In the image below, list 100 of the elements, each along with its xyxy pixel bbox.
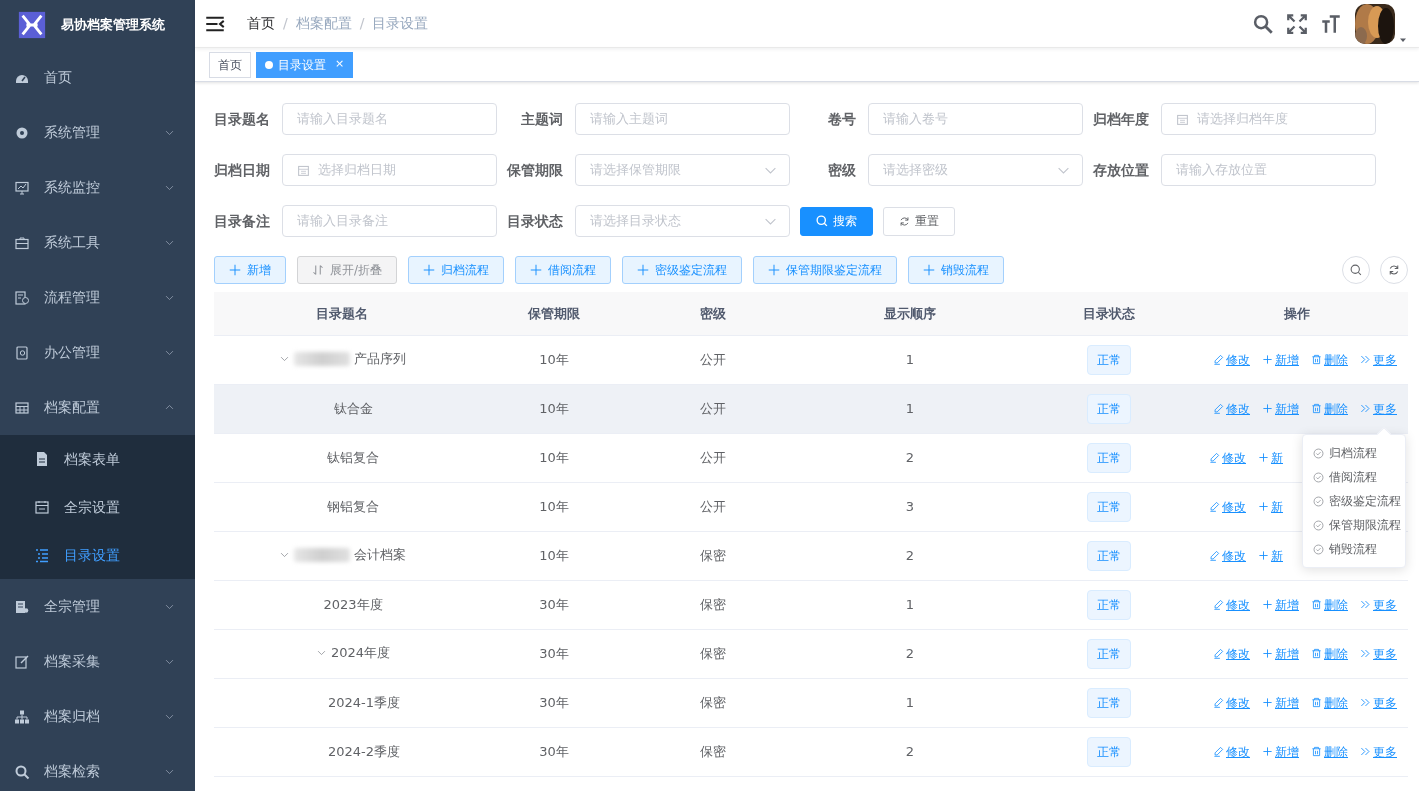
reset-button[interactable]: 重置	[883, 206, 955, 236]
action-link[interactable]: 更多	[1360, 595, 1397, 614]
sidebar-subitem[interactable]: 档案表单	[0, 435, 195, 483]
sidebar-item[interactable]: 档案配置	[0, 380, 195, 435]
action-link[interactable]: 更多	[1360, 350, 1397, 369]
tab[interactable]: 目录设置 ×	[256, 51, 354, 78]
sidebar-item[interactable]: 流程管理	[0, 270, 195, 325]
select-field[interactable]: 请选择密级	[868, 154, 1083, 186]
double-chevron-icon	[1360, 648, 1371, 659]
close-button[interactable]: ×	[335, 56, 345, 73]
menu-item[interactable]: 归档流程	[1303, 441, 1405, 465]
sidebar-subitem[interactable]: 全宗设置	[0, 483, 195, 531]
sidebar-subitem[interactable]: 目录设置	[0, 531, 195, 579]
menu-item[interactable]: 借阅流程	[1303, 465, 1405, 489]
action-link[interactable]: 新增	[1262, 595, 1299, 614]
sidebar-item[interactable]: 全宗管理	[0, 579, 195, 634]
plus-icon	[1262, 599, 1273, 610]
table-cell: 2	[905, 743, 915, 759]
status-tag: 正常	[1087, 589, 1131, 620]
refresh-button[interactable]	[1380, 256, 1408, 284]
action-link[interactable]: 新增	[1262, 742, 1299, 761]
search-button[interactable]: 搜索	[800, 206, 873, 236]
add-button[interactable]: 销毁流程	[908, 256, 1005, 284]
action-link[interactable]: 删除	[1311, 350, 1348, 369]
sidebar-item[interactable]: 档案采集	[0, 634, 195, 689]
action-link[interactable]: 新	[1258, 497, 1283, 516]
edit-icon	[1213, 354, 1224, 365]
action-link[interactable]: 新增	[1262, 350, 1299, 369]
action-link[interactable]: 修改	[1213, 742, 1250, 761]
input-field[interactable]: 请输入主题词	[575, 103, 790, 135]
action-link[interactable]: 删除	[1311, 693, 1348, 712]
action-link[interactable]: 更多	[1360, 693, 1397, 712]
menu-item[interactable]: 保管期限流程	[1303, 513, 1405, 537]
action-link[interactable]: 新增	[1262, 644, 1299, 663]
breadcrumb-separator: /	[359, 14, 365, 33]
input-field[interactable]: 请输入目录备注	[282, 205, 497, 237]
field-label: 主题词	[520, 109, 564, 129]
action-link[interactable]: 更多	[1360, 399, 1397, 418]
table-cell: 保密	[700, 596, 726, 612]
sort-icon	[312, 264, 324, 276]
action-link[interactable]: 修改	[1213, 595, 1250, 614]
sidebar-item[interactable]: 系统监控	[0, 160, 195, 215]
table-cell: 2	[905, 547, 915, 563]
table-cell: 3	[905, 498, 915, 514]
sidebar-item[interactable]: 首页	[0, 50, 195, 105]
input-field[interactable]: 请输入目录题名	[282, 103, 497, 135]
trash-icon	[1311, 697, 1322, 708]
action-link[interactable]: 新	[1258, 448, 1283, 467]
search-icon[interactable]	[1253, 13, 1273, 34]
select-field[interactable]: 请选择目录状态	[575, 205, 790, 237]
action-link[interactable]: 新增	[1262, 693, 1299, 712]
list-icon	[34, 547, 50, 563]
add-button[interactable]: 归档流程	[408, 256, 505, 284]
action-link[interactable]: 修改	[1213, 399, 1250, 418]
sidebar-item[interactable]: 档案归档	[0, 689, 195, 744]
fullscreen-icon[interactable]	[1287, 13, 1307, 34]
select-field[interactable]: 请选择保管期限	[575, 154, 790, 186]
input-field[interactable]: 请输入卷号	[868, 103, 1083, 135]
action-link[interactable]: 修改	[1209, 448, 1246, 467]
text-size-icon[interactable]	[1321, 13, 1341, 34]
plus-icon	[229, 264, 241, 276]
refresh-icon	[899, 215, 910, 227]
action-link[interactable]: 修改	[1209, 497, 1246, 516]
expand-collapse-button[interactable]: 展开/折叠	[297, 256, 398, 284]
action-link[interactable]: 删除	[1311, 644, 1348, 663]
input-field[interactable]: 请输入存放位置	[1161, 154, 1376, 186]
plus-icon	[1262, 746, 1273, 757]
action-link[interactable]: 修改	[1213, 693, 1250, 712]
table-cell: 2	[905, 449, 915, 465]
action-link[interactable]: 更多	[1360, 742, 1397, 761]
action-link[interactable]: 删除	[1311, 399, 1348, 418]
menu-item[interactable]: 密级鉴定流程	[1303, 489, 1405, 513]
add-button[interactable]: 新增	[214, 256, 286, 284]
action-link[interactable]: 新	[1258, 546, 1283, 565]
sidebar-item[interactable]: 档案检索	[0, 744, 195, 791]
action-link[interactable]: 修改	[1213, 644, 1250, 663]
breadcrumb-item[interactable]: 首页	[247, 13, 275, 34]
double-chevron-icon	[1360, 599, 1371, 610]
sidebar-item[interactable]: 办公管理	[0, 325, 195, 380]
search-toggle-button[interactable]	[1342, 256, 1370, 284]
add-button[interactable]: 密级鉴定流程	[622, 256, 743, 284]
action-link[interactable]: 修改	[1209, 546, 1246, 565]
add-button[interactable]: 借阅流程	[515, 256, 612, 284]
action-link[interactable]: 修改	[1213, 350, 1250, 369]
column-header: 保管期限	[470, 292, 638, 335]
action-link[interactable]: 新增	[1262, 399, 1299, 418]
field-label: 归档年度	[1093, 109, 1150, 129]
action-link[interactable]: 删除	[1311, 595, 1348, 614]
action-link[interactable]: 删除	[1311, 742, 1348, 761]
date-field[interactable]: 选择归档日期	[282, 154, 497, 186]
status-tag: 正常	[1087, 638, 1131, 669]
tab[interactable]: 首页	[209, 51, 251, 78]
sidebar-item[interactable]: 系统管理	[0, 105, 195, 160]
sidebar-item[interactable]: 系统工具	[0, 215, 195, 270]
status-tag: 正常	[1087, 442, 1131, 473]
date-field[interactable]: 请选择归档年度	[1161, 103, 1376, 135]
check-circle-icon	[1313, 543, 1324, 555]
add-button[interactable]: 保管期限鉴定流程	[753, 256, 898, 284]
action-link[interactable]: 更多	[1360, 644, 1397, 663]
menu-item[interactable]: 销毁流程	[1303, 537, 1405, 561]
